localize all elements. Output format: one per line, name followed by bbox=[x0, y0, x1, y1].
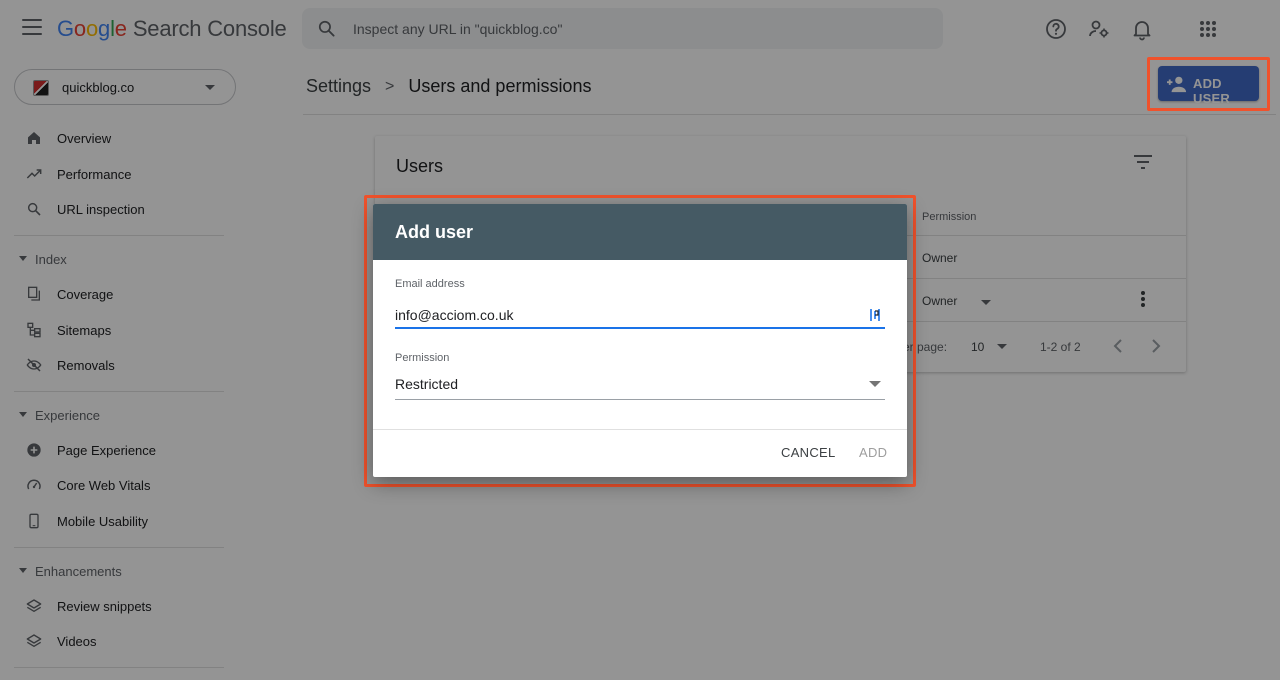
add-user-dialog: Add user Email address Permission Restri… bbox=[373, 204, 907, 477]
cancel-button[interactable]: CANCEL bbox=[781, 445, 836, 460]
permission-select[interactable]: Restricted bbox=[395, 372, 885, 400]
email-label: Email address bbox=[395, 278, 465, 290]
email-field[interactable] bbox=[395, 305, 885, 329]
dialog-divider bbox=[373, 429, 907, 430]
chevron-down-icon bbox=[869, 381, 881, 387]
dialog-title: Add user bbox=[395, 222, 474, 242]
permission-label: Permission bbox=[395, 352, 450, 364]
dialog-header: Add user bbox=[373, 204, 907, 260]
permission-selected-value: Restricted bbox=[395, 376, 459, 392]
autofill-key-icon[interactable] bbox=[869, 308, 881, 322]
add-button[interactable]: ADD bbox=[859, 445, 887, 460]
